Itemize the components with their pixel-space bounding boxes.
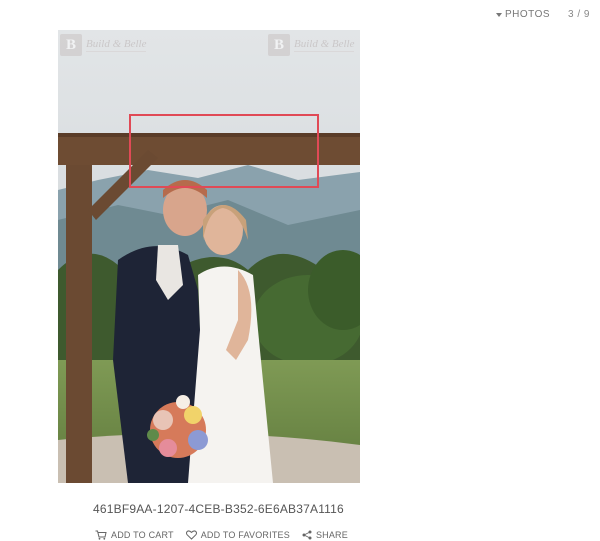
- heart-icon: [185, 530, 197, 540]
- add-to-cart-button[interactable]: ADD TO CART: [95, 530, 174, 540]
- photos-menu-button[interactable]: PHOTOS: [495, 9, 551, 20]
- watermark-text: Build & Belle: [294, 38, 355, 52]
- photo-counter: 3 / 9: [568, 9, 590, 20]
- watermark-text: Build & Belle: [86, 38, 147, 52]
- add-to-cart-label: ADD TO CART: [111, 530, 174, 540]
- cart-icon: [95, 530, 107, 540]
- share-icon: [302, 530, 312, 540]
- watermark-logo-icon: B: [60, 34, 82, 56]
- photo-image: [58, 30, 360, 483]
- top-nav: PHOTOS 3 / 9: [495, 9, 590, 20]
- watermark-left: B Build & Belle: [60, 34, 147, 56]
- photos-label: PHOTOS: [504, 9, 551, 20]
- photo-actions: ADD TO CART ADD TO FAVORITES SHARE: [95, 530, 348, 540]
- watermark-logo-icon: B: [268, 34, 290, 56]
- share-label: SHARE: [315, 530, 348, 540]
- watermark-right: B Build & Belle: [268, 34, 355, 56]
- add-to-favorites-label: ADD TO FAVORITES: [200, 530, 290, 540]
- share-button[interactable]: SHARE: [302, 530, 348, 540]
- wedding-photo[interactable]: B Build & Belle B Build & Belle: [58, 30, 360, 483]
- add-to-favorites-button[interactable]: ADD TO FAVORITES: [185, 530, 290, 540]
- caret-down-icon: [495, 12, 502, 17]
- photo-filename: 461BF9AA-1207-4CEB-B352-6E6AB37A1116: [93, 502, 344, 516]
